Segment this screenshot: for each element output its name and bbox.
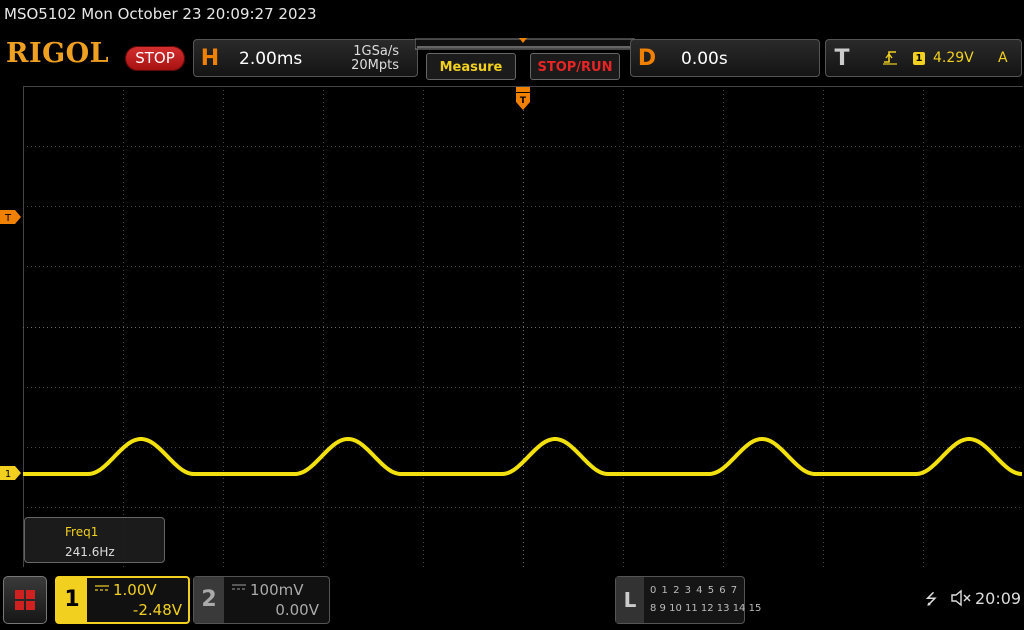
channel-1-offset-marker[interactable]: 1 (0, 466, 22, 480)
trigger-level-marker[interactable]: T (0, 210, 22, 224)
horizontal-label: H (200, 46, 220, 71)
trigger-level: 4.29V (933, 50, 974, 66)
sample-rate: 1GSa/s (353, 44, 399, 59)
delay-label: D (637, 46, 657, 71)
trigger-panel[interactable]: T 1 4.29V A (825, 39, 1022, 77)
rising-edge-icon (883, 51, 897, 65)
trigger-source-badge: 1 (913, 52, 925, 65)
channel-1-number: 1 (57, 578, 87, 622)
status-line: MSO5102 Mon October 23 20:09:27 2023 (4, 5, 317, 23)
system-clock: 20:09 (975, 589, 1022, 608)
svg-text:T: T (520, 96, 527, 106)
channel-2-number: 2 (194, 577, 224, 623)
speaker-muted-icon[interactable] (950, 589, 972, 607)
measurement-value: 241.6Hz (65, 545, 115, 559)
run-state-badge[interactable]: STOP (125, 46, 185, 71)
logic-label: L (616, 577, 644, 623)
measurement-box[interactable]: Freq1 241.6Hz (24, 517, 165, 563)
rigol-logo: RIGOL (6, 38, 110, 69)
delay-panel[interactable]: D 0.00s (630, 39, 820, 77)
logic-channels-row-1: 0 1 2 3 4 5 6 7 (650, 585, 739, 596)
measure-button[interactable]: Measure (426, 53, 516, 80)
horizontal-panel[interactable]: H 2.00ms 1GSa/s 20Mpts (193, 39, 418, 77)
dc-coupling-icon (232, 584, 246, 590)
usb-icon: ⭍ (925, 590, 938, 608)
delay-value: 0.00s (681, 49, 728, 69)
timebase-value: 2.00ms (239, 49, 303, 69)
main-menu-button[interactable] (3, 576, 47, 624)
logic-channels-row-2: 8 9 10 11 12 13 14 15 (650, 603, 762, 614)
channel-1-offset: -2.48V (132, 601, 182, 619)
channel-1-waveform (23, 437, 1023, 476)
channel-1-scale: 1.00V (113, 581, 157, 599)
trigger-mode: A (998, 50, 1008, 66)
logic-analyzer-panel[interactable]: L 0 1 2 3 4 5 6 7 8 9 10 11 12 13 14 15 (615, 576, 761, 624)
channel-2-offset: 0.00V (275, 601, 319, 619)
graticule-grid (23, 86, 1023, 567)
menu-grid-icon (15, 590, 35, 610)
channel-2-scale: 100mV (250, 581, 304, 599)
channel-2-panel[interactable]: 2 100mV 0.00V (193, 576, 330, 624)
stop-run-button[interactable]: STOP/RUN (530, 53, 620, 80)
measurement-label: Freq1 (65, 525, 99, 539)
trigger-label: T (834, 46, 850, 71)
channel-1-marker-label: 1 (5, 469, 11, 480)
memory-depth: 20Mpts (351, 58, 399, 73)
waveform-display[interactable] (23, 86, 1023, 567)
memory-timeline (415, 38, 635, 50)
trigger-level-marker-label: T (4, 213, 12, 224)
channel-1-panel[interactable]: 1 1.00V -2.48V (55, 576, 190, 624)
trigger-position-marker[interactable]: T (516, 86, 530, 112)
dc-coupling-icon (95, 585, 109, 591)
